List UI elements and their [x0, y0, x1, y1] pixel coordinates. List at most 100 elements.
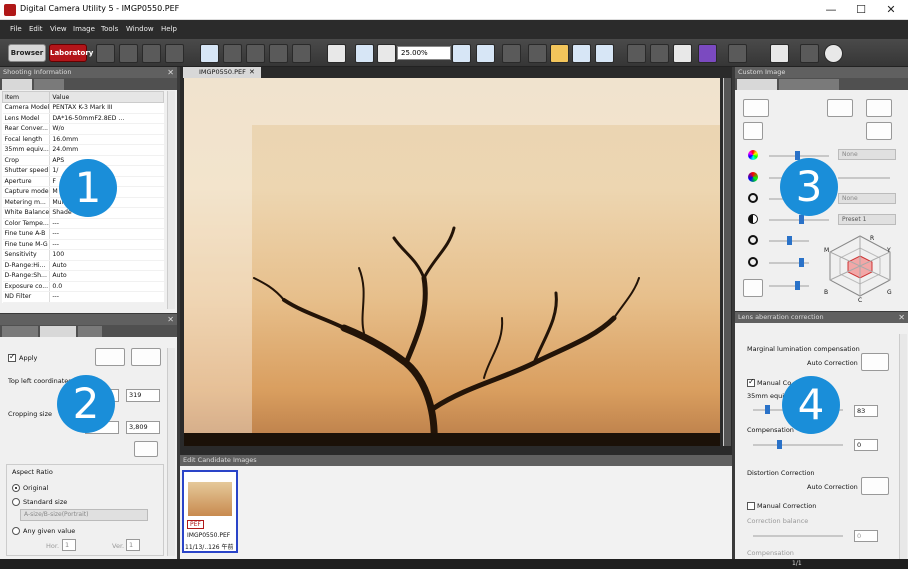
laboratory-button[interactable]: Laboratory — [49, 44, 93, 62]
table-row[interactable]: D-Range:Hi... Auto — [2, 260, 164, 271]
viewer-scrollbar[interactable] — [723, 78, 731, 446]
tab-crop-3[interactable] — [78, 326, 102, 337]
table-row[interactable]: Fine tune M-G --- — [2, 239, 164, 250]
equiv-field[interactable]: 83 — [854, 405, 878, 417]
table-row[interactable]: Lens Model DA*16-50mmF2.8ED ... — [2, 113, 164, 124]
pixel-grid-icon[interactable] — [728, 44, 747, 63]
filter-select-1[interactable]: None — [838, 149, 896, 160]
custom-image-button[interactable] — [743, 99, 769, 117]
tab-info-2[interactable] — [34, 79, 64, 90]
contrast-shadow-slider[interactable] — [769, 258, 809, 267]
crop-icon[interactable] — [550, 44, 569, 63]
table-row[interactable]: Exposure co... 0.0 — [2, 281, 164, 292]
menu-image[interactable]: Image — [73, 25, 95, 33]
close-icon[interactable]: ✕ — [898, 312, 905, 323]
scrollbar[interactable] — [167, 91, 175, 309]
crop-height-field[interactable]: 3,809 — [126, 421, 160, 434]
save-preset-button[interactable] — [866, 99, 892, 117]
color-palette-icon[interactable] — [698, 44, 717, 63]
tab-custom-1[interactable] — [737, 79, 777, 90]
standard-radio[interactable] — [12, 498, 20, 506]
table-row[interactable]: Camera Model PENTAX K-3 Mark III — [2, 102, 164, 114]
scrollbar[interactable] — [899, 334, 907, 559]
fit-crop-button[interactable] — [95, 348, 125, 366]
thumbnail[interactable]: PEF IMGP0550.PEF 11/13/..126 午前 — [182, 470, 238, 553]
saturation-slider[interactable] — [769, 151, 829, 160]
rotate-right-icon[interactable] — [269, 44, 288, 63]
any-value-radio[interactable] — [12, 527, 20, 535]
zoom-magnifier-icon[interactable] — [377, 44, 396, 63]
table-row[interactable]: Focal length 16.0mm — [2, 134, 164, 145]
pen-icon[interactable] — [650, 44, 669, 63]
hor-field[interactable]: 1 — [62, 539, 76, 551]
tab-crop-2[interactable] — [40, 326, 76, 337]
crop-preset-button[interactable] — [131, 348, 161, 366]
original-radio[interactable] — [12, 484, 20, 492]
filter-select-2[interactable]: None — [838, 193, 896, 204]
menu-edit[interactable]: Edit — [29, 25, 43, 33]
preview-image[interactable] — [184, 78, 720, 446]
tab-custom-2[interactable] — [779, 79, 839, 90]
compensation-field[interactable]: 0 — [854, 439, 878, 451]
close-icon[interactable]: ✕ — [167, 67, 174, 78]
balance-slider[interactable] — [753, 535, 843, 537]
split-view-2-icon[interactable] — [595, 44, 614, 63]
standard-size-select[interactable]: A-size/B-size(Portrait) — [20, 509, 148, 521]
menu-help[interactable]: Help — [161, 25, 177, 33]
forward-icon[interactable] — [223, 44, 242, 63]
gear-icon[interactable] — [800, 44, 819, 63]
layout-2-icon[interactable] — [119, 44, 138, 63]
table-row[interactable]: D-Range:Sh... Auto — [2, 270, 164, 282]
undo-icon[interactable] — [200, 44, 219, 63]
balance-field[interactable]: 0 — [854, 530, 878, 542]
menu-tools[interactable]: Tools — [101, 25, 118, 33]
sharpness-slider[interactable] — [769, 281, 809, 290]
eye-icon[interactable] — [673, 44, 692, 63]
filter-slider[interactable] — [838, 177, 890, 179]
ver-field[interactable]: 1 — [126, 539, 140, 551]
eyedropper-icon[interactable] — [627, 44, 646, 63]
building-icon[interactable] — [770, 44, 789, 63]
layout-3-icon[interactable] — [142, 44, 161, 63]
table-row[interactable]: Fine tune A-B --- — [2, 228, 164, 240]
close-window-button[interactable]: ✕ — [876, 2, 906, 18]
table-row[interactable]: Sensitivity 100 — [2, 249, 164, 261]
layout-4-icon[interactable] — [165, 44, 184, 63]
sharpness-button[interactable] — [743, 279, 763, 297]
menu-view[interactable]: View — [50, 25, 67, 33]
table-row[interactable]: 35mm equiv... 24.0mm — [2, 144, 164, 156]
overlay-icon[interactable] — [502, 44, 521, 63]
menu-window[interactable]: Window — [126, 25, 154, 33]
tab-crop-1[interactable] — [2, 326, 38, 337]
auto-correction-button[interactable] — [861, 353, 889, 371]
close-icon[interactable]: ✕ — [167, 314, 174, 325]
minimize-button[interactable]: — — [816, 2, 846, 18]
split-view-icon[interactable] — [572, 44, 591, 63]
fit-window-icon[interactable] — [355, 44, 374, 63]
link-icon[interactable] — [528, 44, 547, 63]
table-row[interactable]: Rear Conver... W/o — [2, 123, 164, 135]
browser-button[interactable]: Browser — [8, 44, 46, 62]
table-button[interactable] — [866, 122, 892, 140]
scrollbar[interactable] — [167, 348, 175, 556]
contrast-highlight-slider[interactable] — [769, 236, 809, 245]
rotate-left-icon[interactable] — [246, 44, 265, 63]
single-view-icon[interactable] — [452, 44, 471, 63]
compare-view-icon[interactable] — [476, 44, 495, 63]
grid-icon[interactable] — [327, 44, 346, 63]
redo-icon[interactable] — [292, 44, 311, 63]
load-preset-button[interactable] — [827, 99, 853, 117]
tab-info-1[interactable] — [2, 79, 32, 90]
zoom-select[interactable]: 25.00% — [397, 46, 451, 60]
menu-file[interactable]: File — [10, 25, 22, 33]
compensation-slider[interactable] — [753, 440, 843, 449]
swap-button[interactable] — [134, 441, 158, 457]
manual-distortion-checkbox[interactable] — [747, 502, 755, 510]
help-icon[interactable] — [824, 44, 843, 63]
tab-close-icon[interactable]: ✕ — [249, 67, 255, 78]
contrast-slider[interactable] — [769, 215, 829, 224]
top-left-y-field[interactable]: 319 — [126, 389, 160, 402]
tone-button[interactable] — [743, 122, 763, 140]
maximize-button[interactable]: ☐ — [846, 2, 876, 18]
apply-checkbox[interactable] — [8, 352, 16, 362]
